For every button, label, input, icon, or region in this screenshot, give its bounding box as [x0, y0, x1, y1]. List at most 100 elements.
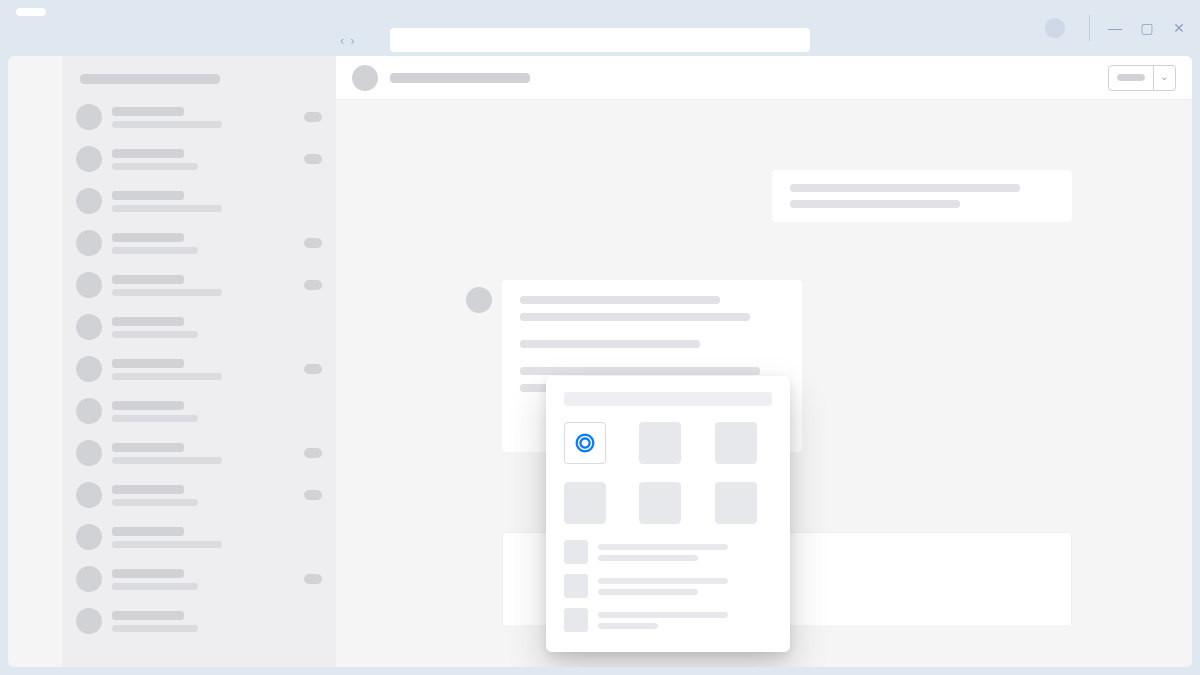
- chat-item-preview: [112, 457, 222, 464]
- chat-item-badge: [304, 280, 322, 290]
- app-tile[interactable]: [715, 422, 757, 464]
- chat-item-title: [112, 149, 184, 158]
- chat-item-title: [112, 317, 184, 326]
- scribe-icon: [574, 432, 596, 454]
- chat-item-preview: [112, 583, 198, 590]
- app-picker-row[interactable]: [564, 608, 772, 632]
- titlebar-logo: [16, 8, 46, 16]
- maximize-icon[interactable]: ▢: [1140, 20, 1154, 37]
- conversation-avatar[interactable]: [352, 65, 378, 91]
- app-tile[interactable]: [639, 482, 681, 524]
- chat-list-item[interactable]: [62, 264, 336, 306]
- chat-item-preview: [112, 499, 198, 506]
- chat-item-badge: [304, 238, 322, 248]
- search-input[interactable]: [390, 28, 810, 52]
- chat-item-title: [112, 569, 184, 578]
- chat-list-item[interactable]: [62, 432, 336, 474]
- chat-item-preview: [112, 415, 198, 422]
- chat-item-avatar: [76, 272, 102, 298]
- chat-item-avatar: [76, 398, 102, 424]
- top-toolbar: ‹ ›: [0, 24, 1200, 56]
- app-row-sub: [598, 589, 698, 595]
- app-row-title: [598, 578, 728, 584]
- chat-list-item[interactable]: [62, 348, 336, 390]
- chat-list: [62, 56, 336, 667]
- app-picker-row[interactable]: [564, 540, 772, 564]
- app-row-sub: [598, 623, 658, 629]
- chat-item-preview: [112, 625, 198, 632]
- chat-item-badge: [304, 448, 322, 458]
- chat-item-badge: [304, 364, 322, 374]
- message-line: [790, 184, 1020, 192]
- conversation-pane: ⌄: [336, 56, 1192, 667]
- chat-item-avatar: [76, 188, 102, 214]
- chat-item-avatar: [76, 608, 102, 634]
- message-avatar: [466, 287, 492, 313]
- chat-item-preview: [112, 541, 222, 548]
- app-row-thumb: [564, 540, 588, 564]
- chat-list-item[interactable]: [62, 180, 336, 222]
- chat-list-item[interactable]: [62, 222, 336, 264]
- chat-item-preview: [112, 163, 198, 170]
- app-picker-row[interactable]: [564, 574, 772, 598]
- chat-item-title: [112, 191, 184, 200]
- chat-list-header: [62, 56, 336, 96]
- titlebar: [0, 0, 1200, 24]
- message-line: [520, 313, 750, 321]
- app-tile-scribe[interactable]: [564, 422, 606, 464]
- chat-list-item[interactable]: [62, 558, 336, 600]
- chat-list-title: [80, 74, 220, 84]
- chat-item-title: [112, 359, 184, 368]
- chat-item-badge: [304, 154, 322, 164]
- message-outgoing: [772, 170, 1072, 222]
- app-picker-search[interactable]: [564, 392, 772, 406]
- nav-forward-icon[interactable]: ›: [350, 33, 354, 48]
- message-line: [520, 296, 720, 304]
- chat-list-item[interactable]: [62, 138, 336, 180]
- chat-list-item[interactable]: [62, 516, 336, 558]
- chat-item-avatar: [76, 524, 102, 550]
- app-row-title: [598, 544, 728, 550]
- header-action-button[interactable]: ⌄: [1108, 65, 1176, 91]
- separator: [1089, 15, 1090, 41]
- chat-item-title: [112, 275, 184, 284]
- minimize-icon[interactable]: —: [1108, 20, 1122, 36]
- app-row-title: [598, 612, 728, 618]
- chat-list-item[interactable]: [62, 390, 336, 432]
- app-tile[interactable]: [639, 422, 681, 464]
- chat-item-title: [112, 107, 184, 116]
- app-tile[interactable]: [715, 482, 757, 524]
- chat-list-item[interactable]: [62, 474, 336, 516]
- app-row-sub: [598, 555, 698, 561]
- chat-item-preview: [112, 373, 222, 380]
- chat-item-title: [112, 443, 184, 452]
- user-avatar[interactable]: [1045, 18, 1065, 38]
- header-action-label: [1117, 74, 1145, 81]
- chat-item-avatar: [76, 356, 102, 382]
- chat-item-badge: [304, 490, 322, 500]
- chat-list-item[interactable]: [62, 306, 336, 348]
- chat-list-item[interactable]: [62, 600, 336, 642]
- chat-item-preview: [112, 121, 222, 128]
- chat-item-avatar: [76, 104, 102, 130]
- window-controls: — ▢ ✕: [1045, 0, 1186, 56]
- app-picker-popup: [546, 376, 790, 652]
- nav-back-icon[interactable]: ‹: [340, 33, 344, 48]
- chat-item-preview: [112, 247, 198, 254]
- chevron-down-icon[interactable]: ⌄: [1153, 66, 1175, 90]
- chat-list-item[interactable]: [62, 96, 336, 138]
- close-icon[interactable]: ✕: [1172, 20, 1186, 37]
- chat-item-preview: [112, 289, 222, 296]
- app-picker-grid: [564, 422, 772, 524]
- chat-item-avatar: [76, 146, 102, 172]
- conversation-body: [336, 100, 1192, 667]
- app-row-thumb: [564, 608, 588, 632]
- chat-item-title: [112, 233, 184, 242]
- chat-item-preview: [112, 205, 222, 212]
- chat-item-title: [112, 611, 184, 620]
- conversation-title: [390, 73, 530, 83]
- app-tile[interactable]: [564, 482, 606, 524]
- chat-item-avatar: [76, 314, 102, 340]
- chat-item-badge: [304, 574, 322, 584]
- chat-item-title: [112, 401, 184, 410]
